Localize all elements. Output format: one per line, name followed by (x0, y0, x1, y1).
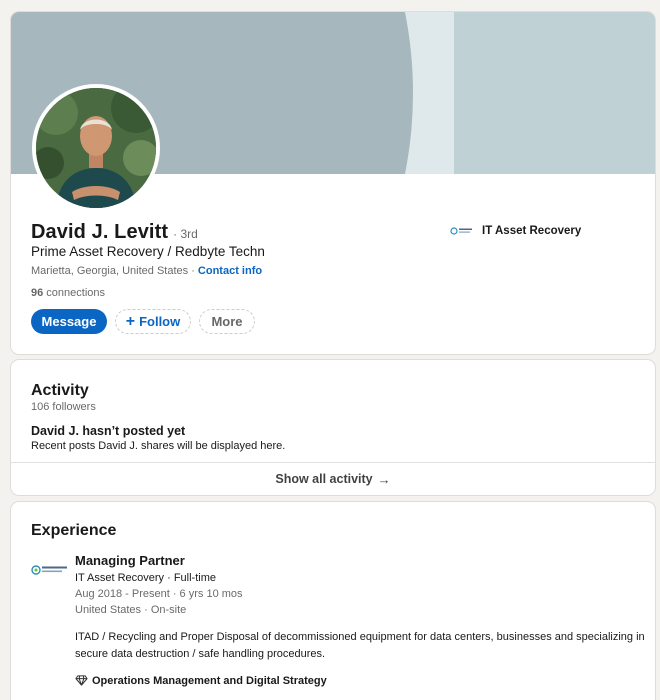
job-location: United States · On-site (75, 604, 187, 616)
activity-section: Activity 106 followers David J. hasn’t p… (11, 360, 655, 495)
current-company-link[interactable]: IT Asset Recovery (450, 225, 581, 237)
job-company: IT Asset Recovery · Full-time (75, 572, 216, 584)
connections-number: 96 (31, 287, 44, 299)
name-row: David J. Levitt · 3rd (31, 221, 198, 244)
no-posts-title: David J. hasn’t posted yet (31, 424, 186, 438)
company-logo-icon (450, 227, 472, 235)
profile-top-card: David J. Levitt · 3rd Prime Asset Recove… (11, 12, 655, 354)
connections-label: connections (43, 287, 106, 299)
skills-label: Operations Management and Digital Strate… (92, 674, 327, 687)
more-button[interactable]: More (199, 309, 255, 334)
profile-headline: Prime Asset Recovery / Redbyte Techn (31, 244, 265, 259)
profile-photo-image (36, 88, 156, 208)
profile-photo[interactable] (32, 84, 160, 212)
job-description: ITAD / Recycling and Proper Disposal of … (75, 631, 645, 660)
diamond-icon (75, 675, 88, 686)
show-all-label: Show all activity (275, 472, 373, 486)
activity-title: Activity (31, 382, 89, 399)
no-posts-subtitle: Recent posts David J. shares will be dis… (31, 440, 286, 452)
follow-label: Follow (139, 314, 181, 329)
followers-count: 106 followers (31, 401, 96, 413)
job-dates: Aug 2018 - Present · 6 yrs 10 mos (75, 588, 243, 600)
profile-name: David J. Levitt (31, 221, 169, 243)
show-all-activity-button[interactable]: Show all activity → (11, 463, 655, 495)
profile-location: Marietta, Georgia, United States (31, 265, 189, 277)
message-button[interactable]: Message (31, 309, 107, 334)
job-skills[interactable]: Operations Management and Digital Strate… (75, 674, 327, 687)
experience-section: Experience Managing Partner IT Asset Rec… (11, 502, 655, 700)
job-title[interactable]: Managing Partner (75, 553, 185, 568)
contact-info-link[interactable]: Contact info (198, 265, 262, 277)
location-separator: · (188, 265, 198, 277)
arrow-right-icon: → (377, 471, 391, 487)
location-row: Marietta, Georgia, United States · Conta… (31, 265, 262, 277)
connection-degree: · 3rd (173, 227, 198, 241)
follow-button[interactable]: + Follow (115, 309, 191, 334)
current-company-name: IT Asset Recovery (482, 225, 582, 237)
plus-icon: + (125, 312, 136, 330)
company-logo-icon[interactable] (31, 563, 69, 577)
connections-count[interactable]: 96 connections (31, 287, 105, 299)
experience-title: Experience (31, 522, 117, 539)
